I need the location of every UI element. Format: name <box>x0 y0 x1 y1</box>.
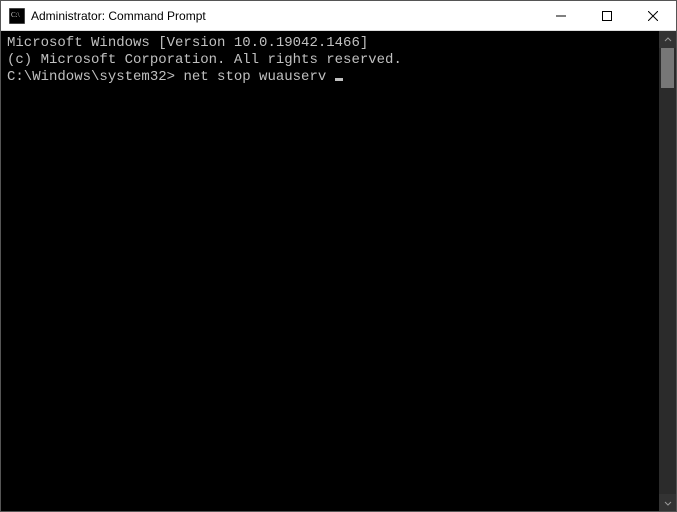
maximize-button[interactable] <box>584 1 630 30</box>
terminal-line: Microsoft Windows [Version 10.0.19042.14… <box>7 35 653 52</box>
window-controls <box>538 1 676 30</box>
scroll-down-button[interactable] <box>659 494 676 511</box>
scroll-up-button[interactable] <box>659 31 676 48</box>
scroll-thumb[interactable] <box>661 48 674 88</box>
cmd-icon: C:\ <box>9 8 25 24</box>
minimize-button[interactable] <box>538 1 584 30</box>
command-text: net stop wuauserv <box>183 69 326 85</box>
maximize-icon <box>602 11 612 21</box>
titlebar[interactable]: C:\ Administrator: Command Prompt <box>1 1 676 31</box>
terminal-content[interactable]: Microsoft Windows [Version 10.0.19042.14… <box>1 31 659 511</box>
terminal-line: (c) Microsoft Corporation. All rights re… <box>7 52 653 69</box>
terminal-prompt-line: C:\Windows\system32> net stop wuauserv <box>7 69 653 86</box>
svg-text:C:\: C:\ <box>11 11 20 19</box>
window-title: Administrator: Command Prompt <box>31 9 538 23</box>
terminal-area: Microsoft Windows [Version 10.0.19042.14… <box>1 31 676 511</box>
vertical-scrollbar[interactable] <box>659 31 676 511</box>
close-button[interactable] <box>630 1 676 30</box>
prompt-text: C:\Windows\system32> <box>7 69 175 85</box>
chevron-down-icon <box>664 499 672 507</box>
chevron-up-icon <box>664 36 672 44</box>
close-icon <box>648 11 658 21</box>
text-cursor <box>335 78 343 81</box>
minimize-icon <box>556 11 566 21</box>
